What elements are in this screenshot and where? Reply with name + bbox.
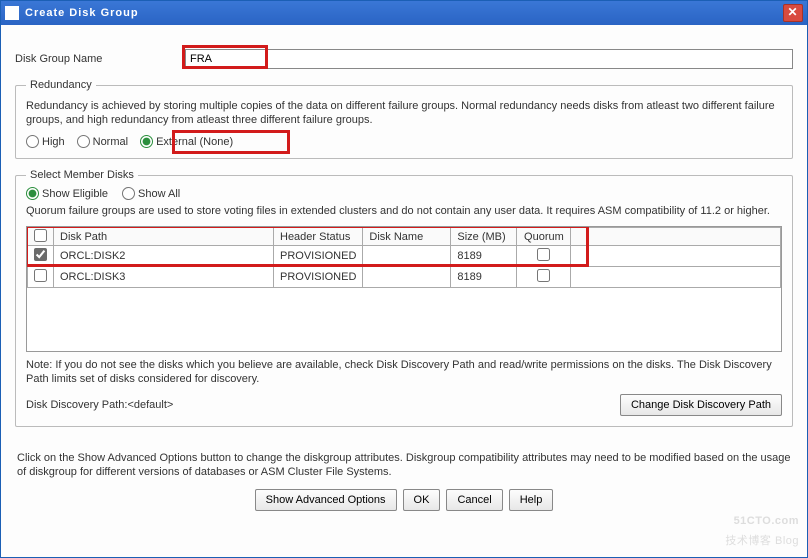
disk-group-name-row: Disk Group Name: [15, 49, 793, 69]
col-disk-name: Disk Name: [363, 228, 451, 246]
window-title: Create Disk Group: [25, 7, 139, 19]
redundancy-external[interactable]: External (None): [140, 135, 233, 148]
quorum-desc: Quorum failure groups are used to store …: [26, 204, 782, 218]
advanced-note: Click on the Show Advanced Options butto…: [1, 443, 807, 483]
col-disk-path: Disk Path: [54, 228, 274, 246]
table-row[interactable]: ORCL:DISK2 PROVISIONED 8189: [28, 246, 781, 267]
member-disks-group: Select Member Disks Show Eligible Show A…: [15, 169, 793, 427]
cell-hs: PROVISIONED: [274, 267, 363, 288]
redundancy-desc: Redundancy is achieved by storing multip…: [26, 99, 782, 127]
disk-group-name-label: Disk Group Name: [15, 53, 185, 65]
close-icon[interactable]: ✕: [783, 4, 803, 22]
cell-size: 8189: [451, 246, 517, 267]
cell-path: ORCL:DISK2: [54, 246, 274, 267]
redundancy-legend: Redundancy: [26, 79, 96, 91]
show-all[interactable]: Show All: [122, 187, 180, 200]
cell-dn: [363, 246, 451, 267]
quorum-checkbox[interactable]: [537, 248, 550, 261]
show-eligible[interactable]: Show Eligible: [26, 187, 108, 200]
quorum-checkbox[interactable]: [537, 269, 550, 282]
help-button[interactable]: Help: [509, 489, 554, 511]
cell-path: ORCL:DISK3: [54, 267, 274, 288]
row-checkbox[interactable]: [34, 248, 47, 261]
table-header-row: Disk Path Header Status Disk Name Size (…: [28, 228, 781, 246]
member-legend: Select Member Disks: [26, 169, 138, 181]
cell-size: 8189: [451, 267, 517, 288]
redundancy-normal[interactable]: Normal: [77, 135, 128, 148]
redundancy-high[interactable]: High: [26, 135, 65, 148]
col-size: Size (MB): [451, 228, 517, 246]
titlebar: Create Disk Group ✕: [1, 1, 807, 25]
col-quorum: Quorum: [517, 228, 571, 246]
redundancy-group: Redundancy Redundancy is achieved by sto…: [15, 79, 793, 159]
change-discovery-path-button[interactable]: Change Disk Discovery Path: [620, 394, 782, 416]
cell-hs: PROVISIONED: [274, 246, 363, 267]
disk-discovery-path-label: Disk Discovery Path:<default>: [26, 399, 173, 411]
watermark: 51CTO.com 技术博客 Blog: [725, 507, 799, 551]
disk-group-name-input[interactable]: [185, 49, 793, 69]
discovery-note: Note: If you do not see the disks which …: [26, 358, 782, 386]
row-checkbox[interactable]: [34, 269, 47, 282]
ok-button[interactable]: OK: [403, 489, 441, 511]
show-advanced-button[interactable]: Show Advanced Options: [255, 489, 397, 511]
disk-table: Disk Path Header Status Disk Name Size (…: [26, 226, 782, 352]
bottom-button-row: Show Advanced Options OK Cancel Help: [1, 483, 807, 521]
select-all-checkbox[interactable]: [34, 229, 47, 242]
table-row[interactable]: ORCL:DISK3 PROVISIONED 8189: [28, 267, 781, 288]
app-icon: [5, 6, 19, 20]
create-disk-group-window: Create Disk Group ✕ Disk Group Name Redu…: [0, 0, 808, 558]
col-header-status: Header Status: [274, 228, 363, 246]
cancel-button[interactable]: Cancel: [446, 489, 502, 511]
cell-dn: [363, 267, 451, 288]
